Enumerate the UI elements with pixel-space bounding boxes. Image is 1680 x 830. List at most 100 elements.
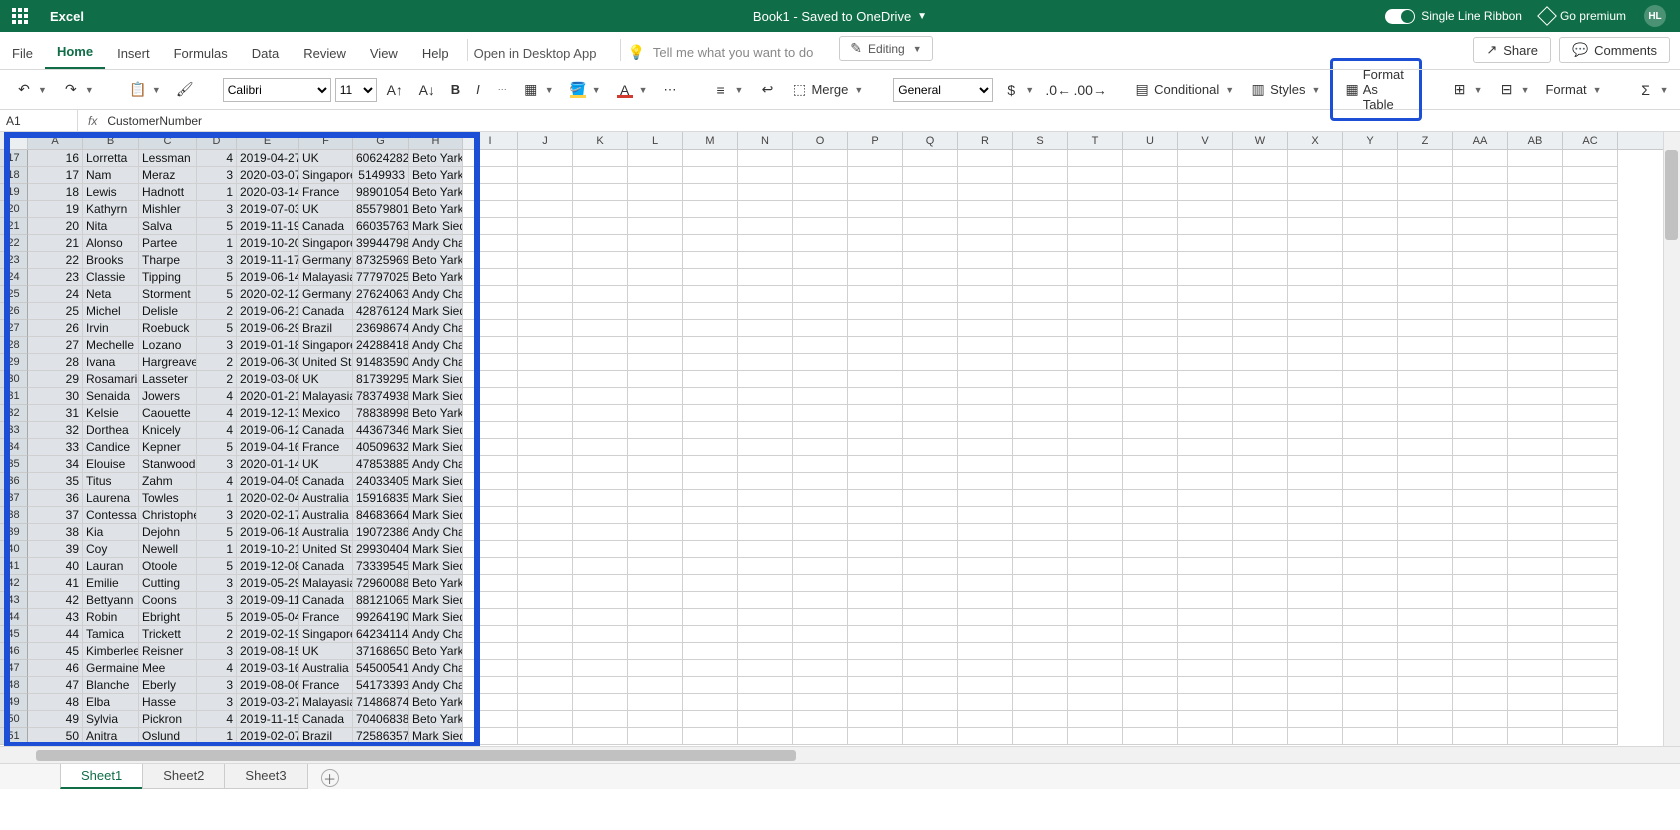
cell[interactable] xyxy=(1233,320,1288,337)
cell[interactable]: Mark Siedling xyxy=(409,303,463,320)
cell[interactable] xyxy=(683,286,738,303)
cell[interactable]: 23698674 xyxy=(353,320,409,337)
cell[interactable] xyxy=(628,626,683,643)
cell[interactable]: 3 xyxy=(197,456,237,473)
col-header-E[interactable]: E xyxy=(237,132,299,149)
col-header-J[interactable]: J xyxy=(518,132,573,149)
cell[interactable]: Beto Yark xyxy=(409,711,463,728)
cell[interactable] xyxy=(793,320,848,337)
cell[interactable]: UK xyxy=(299,643,353,660)
cell[interactable]: Reisner xyxy=(139,643,197,660)
cell[interactable] xyxy=(1068,490,1123,507)
increase-decimal-button[interactable]: .00→ xyxy=(1076,78,1104,102)
cell[interactable]: 2 xyxy=(197,626,237,643)
cell[interactable] xyxy=(518,592,573,609)
cell[interactable]: 31 xyxy=(28,405,83,422)
format-button[interactable]: Format▼ xyxy=(1539,78,1607,101)
cell[interactable] xyxy=(573,609,628,626)
cell[interactable] xyxy=(793,490,848,507)
cell[interactable] xyxy=(1013,711,1068,728)
row-header[interactable]: 18 xyxy=(0,167,28,184)
cell[interactable] xyxy=(573,524,628,541)
cell[interactable] xyxy=(1343,711,1398,728)
cell[interactable] xyxy=(1508,422,1563,439)
cell[interactable] xyxy=(573,184,628,201)
cell[interactable]: 2 xyxy=(197,303,237,320)
cell[interactable]: 85579801 xyxy=(353,201,409,218)
cell[interactable] xyxy=(1508,456,1563,473)
cell[interactable] xyxy=(1068,303,1123,320)
cell[interactable] xyxy=(1398,524,1453,541)
cell[interactable]: Mark Siedling xyxy=(409,218,463,235)
cell[interactable] xyxy=(1343,167,1398,184)
cell[interactable]: 24 xyxy=(28,286,83,303)
cell[interactable]: Malayasia xyxy=(299,694,353,711)
cell[interactable] xyxy=(1288,711,1343,728)
cell[interactable] xyxy=(1343,184,1398,201)
cell[interactable] xyxy=(848,184,903,201)
cell[interactable] xyxy=(1288,643,1343,660)
cell[interactable]: 20 xyxy=(28,218,83,235)
cell[interactable]: 33 xyxy=(28,439,83,456)
cell[interactable] xyxy=(463,439,518,456)
cell[interactable]: 3 xyxy=(197,643,237,660)
cell[interactable]: Beto Yark xyxy=(409,167,463,184)
cell[interactable] xyxy=(1123,337,1178,354)
cell[interactable] xyxy=(1508,218,1563,235)
cell[interactable] xyxy=(1343,252,1398,269)
cell[interactable] xyxy=(573,558,628,575)
col-header-L[interactable]: L xyxy=(628,132,683,149)
cell[interactable] xyxy=(1453,320,1508,337)
cell[interactable] xyxy=(1343,201,1398,218)
cell[interactable] xyxy=(1563,473,1618,490)
cell[interactable] xyxy=(958,524,1013,541)
cell[interactable] xyxy=(1178,405,1233,422)
conditional-formatting-button[interactable]: ▤Conditional▼ xyxy=(1128,78,1240,102)
cell[interactable] xyxy=(1233,337,1288,354)
cell[interactable] xyxy=(1068,422,1123,439)
cell[interactable] xyxy=(463,354,518,371)
cell[interactable] xyxy=(628,252,683,269)
cell[interactable] xyxy=(1453,677,1508,694)
cell[interactable] xyxy=(1398,643,1453,660)
cell[interactable]: 16 xyxy=(28,150,83,167)
cell[interactable] xyxy=(1068,269,1123,286)
cell[interactable] xyxy=(903,643,958,660)
cell[interactable] xyxy=(1233,660,1288,677)
cell[interactable] xyxy=(1343,286,1398,303)
cell[interactable] xyxy=(1508,303,1563,320)
cell[interactable] xyxy=(1563,388,1618,405)
cell[interactable]: Zahm xyxy=(139,473,197,490)
cell[interactable] xyxy=(518,286,573,303)
cell[interactable] xyxy=(1013,626,1068,643)
cell[interactable] xyxy=(1013,354,1068,371)
cell[interactable]: Anitra xyxy=(83,728,139,745)
row-header[interactable]: 36 xyxy=(0,473,28,490)
cell[interactable] xyxy=(1013,609,1068,626)
cell[interactable] xyxy=(1013,303,1068,320)
cell[interactable] xyxy=(793,201,848,218)
cell[interactable] xyxy=(573,643,628,660)
cell[interactable]: Otoole xyxy=(139,558,197,575)
cell[interactable] xyxy=(463,728,518,745)
cell[interactable] xyxy=(903,575,958,592)
cell[interactable] xyxy=(573,167,628,184)
cell[interactable] xyxy=(958,677,1013,694)
cell[interactable] xyxy=(1068,541,1123,558)
cell[interactable] xyxy=(573,303,628,320)
cell[interactable] xyxy=(1508,388,1563,405)
cell[interactable] xyxy=(1453,711,1508,728)
cell[interactable] xyxy=(683,575,738,592)
menu-tab-review[interactable]: Review xyxy=(291,46,358,69)
cell[interactable] xyxy=(793,167,848,184)
cell[interactable] xyxy=(1068,711,1123,728)
cell[interactable]: Singapore xyxy=(299,235,353,252)
cell[interactable]: Blanche xyxy=(83,677,139,694)
scroll-thumb[interactable] xyxy=(1665,150,1678,240)
cell[interactable] xyxy=(573,439,628,456)
cell[interactable]: Beto Yark xyxy=(409,184,463,201)
cell[interactable] xyxy=(1453,609,1508,626)
cell[interactable]: Newell xyxy=(139,541,197,558)
cell[interactable] xyxy=(848,558,903,575)
cell[interactable] xyxy=(1563,320,1618,337)
